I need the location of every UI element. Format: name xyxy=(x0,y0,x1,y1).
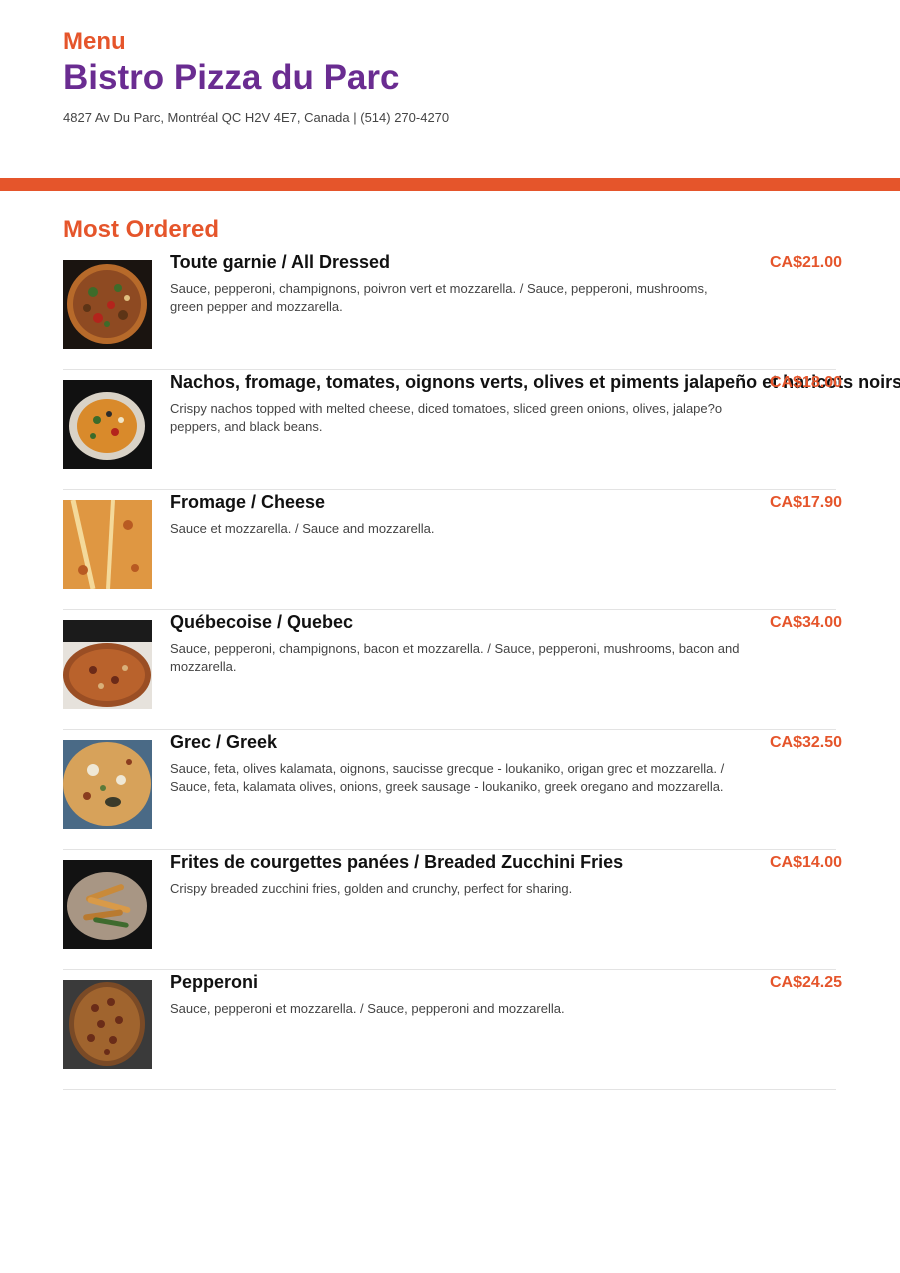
item-name: Grec / Greek xyxy=(170,732,278,752)
menu-item-list: Toute garnie / All Dressed Sauce, pepper… xyxy=(63,250,900,1090)
item-name: Toute garnie / All Dressed xyxy=(170,252,391,272)
address-line: 4827 Av Du Parc, Montréal QC H2V 4E7, Ca… xyxy=(63,110,450,125)
menu-item[interactable]: Frites de courgettes panées / Breaded Zu… xyxy=(63,850,842,970)
item-description: Sauce, pepperoni et mozzarella. / Sauce,… xyxy=(170,1001,565,1016)
item-name: Fromage / Cheese xyxy=(170,492,326,512)
section-title: Most Ordered xyxy=(63,216,220,243)
item-price: CA$21.00 xyxy=(770,254,843,271)
item-description: Crispy nachos topped with melted cheese,… xyxy=(170,401,723,434)
item-description: Sauce, feta, olives kalamata, oignons, s… xyxy=(170,761,725,794)
menu-header: Menu Bistro Pizza du Parc 4827 Av Du Par… xyxy=(63,28,880,126)
quebec-pizza-photo xyxy=(63,620,152,709)
cheese-pizza-photo xyxy=(63,500,152,589)
item-price: CA$24.25 xyxy=(770,974,843,991)
item-description: Sauce, pepperoni, champignons, poivron v… xyxy=(170,281,708,314)
item-description: Crispy breaded zucchini fries, golden an… xyxy=(170,881,573,896)
item-price: CA$32.50 xyxy=(770,734,843,751)
menu-item[interactable]: Grec / Greek Sauce, feta, olives kalamat… xyxy=(63,730,842,850)
item-name: Pepperoni xyxy=(170,972,259,992)
zucchini-fries-photo xyxy=(63,860,152,949)
item-price: CA$18.00 xyxy=(770,374,843,391)
nachos-photo xyxy=(63,380,152,469)
restaurant-name: Bistro Pizza du Parc xyxy=(63,58,400,97)
item-description: Sauce, pepperoni, champignons, bacon et … xyxy=(170,641,740,674)
item-name: Québecoise / Quebec xyxy=(170,612,354,632)
menu-item[interactable]: Toute garnie / All Dressed Sauce, pepper… xyxy=(63,250,842,370)
pepperoni-pizza-photo xyxy=(63,980,152,1069)
item-price: CA$14.00 xyxy=(770,854,843,871)
menu-item[interactable]: Nachos, fromage, tomates, oignons verts,… xyxy=(63,370,900,490)
menu-item[interactable]: Pepperoni Sauce, pepperoni et mozzarella… xyxy=(63,970,842,1090)
menu-item[interactable]: Fromage / Cheese Sauce et mozzarella. / … xyxy=(63,490,842,610)
accent-divider-band xyxy=(0,178,900,191)
menu-label: Menu xyxy=(63,28,126,55)
item-description: Sauce et mozzarella. / Sauce and mozzare… xyxy=(170,521,435,536)
item-price: CA$17.90 xyxy=(770,494,843,511)
item-name: Frites de courgettes panées / Breaded Zu… xyxy=(170,852,624,872)
all-dressed-pizza-photo xyxy=(63,260,152,349)
menu-item[interactable]: Québecoise / Quebec Sauce, pepperoni, ch… xyxy=(63,610,842,730)
greek-pizza-photo xyxy=(63,740,152,829)
item-price: CA$34.00 xyxy=(770,614,843,631)
